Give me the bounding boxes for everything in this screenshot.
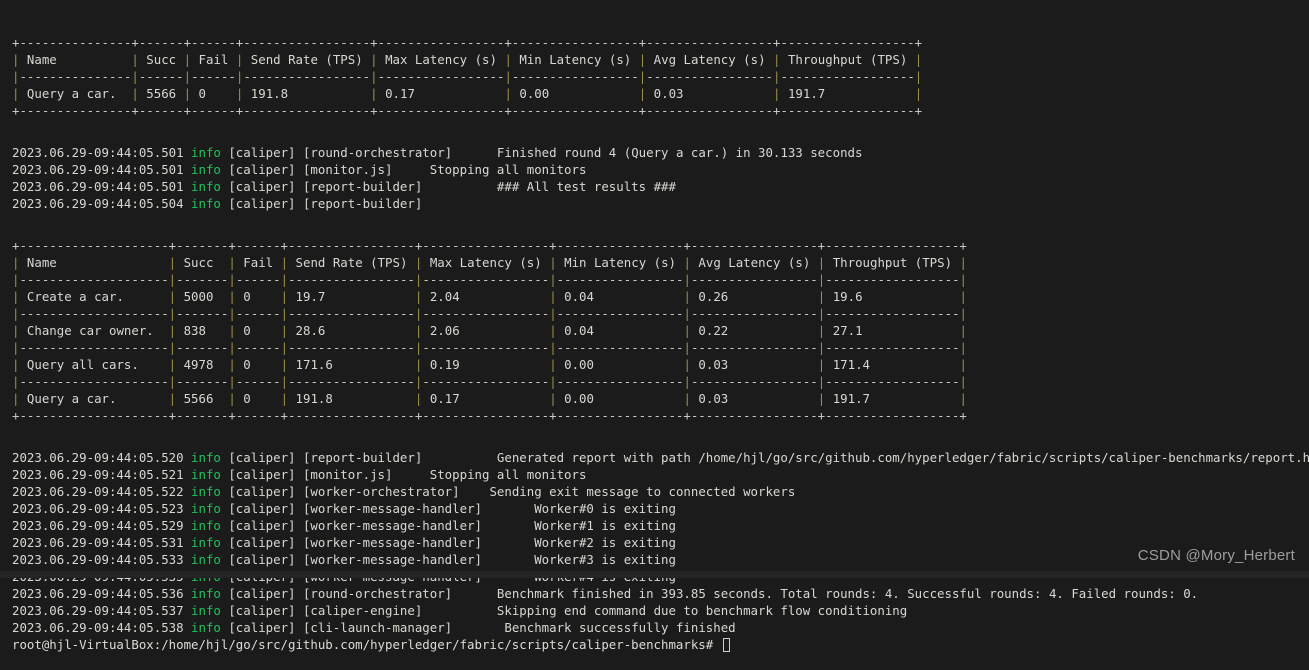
log-line: 2023.06.29-09:44:05.531 info [caliper] [… — [12, 535, 676, 550]
gap-after-table-2 — [0, 424, 1309, 432]
watermark-text: CSDN @Mory_Herbert — [1137, 547, 1295, 564]
all-results-table-row-rule: |--------------------|-------|------|---… — [12, 340, 967, 355]
all-results-table-header-row: | Name | Succ | Fail | Send Rate (TPS) |… — [12, 255, 967, 270]
all-results-table-top-border: +--------------------+-------+------+---… — [12, 238, 967, 253]
log-line: 2023.06.29-09:44:05.523 info [caliper] [… — [12, 501, 676, 516]
all-results-table-header-rule: |--------------------|-------|------|---… — [12, 272, 967, 287]
log-line: 2023.06.29-09:44:05.529 info [caliper] [… — [12, 518, 676, 533]
gap-after-table-2b — [0, 432, 1309, 449]
log-line: 2023.06.29-09:44:05.536 info [caliper] [… — [12, 586, 1199, 601]
table-row: | Change car owner. | 838 | 0 | 28.6 | 2… — [12, 323, 967, 338]
gap-before-table-2 — [0, 212, 1309, 220]
log-line: 2023.06.29-09:44:05.533 info [caliper] [… — [12, 552, 676, 567]
table-row: | Create a car. | 5000 | 0 | 19.7 | 2.04… — [12, 289, 967, 304]
log-line: 2023.06.29-09:44:05.538 info [caliper] [… — [12, 620, 736, 635]
log-line: 2023.06.29-09:44:05.501 info [caliper] [… — [12, 162, 587, 177]
log-line: 2023.06.29-09:44:05.520 info [caliper] [… — [12, 450, 1309, 465]
terminal-cursor — [722, 638, 730, 652]
round4-result-table-top-border: +---------------+------+------+---------… — [12, 35, 923, 50]
all-results-table-row-rule: |--------------------|-------|------|---… — [12, 374, 967, 389]
log-line: 2023.06.29-09:44:05.522 info [caliper] [… — [12, 484, 796, 499]
all-results-table-bottom-border: +--------------------+-------+------+---… — [12, 408, 967, 423]
round4-result-table-header-rule: |---------------|------|------|---------… — [12, 69, 923, 84]
gap-after-table-1b — [0, 127, 1309, 144]
shell-prompt-line: root@hjl-VirtualBox:/home/hjl/go/src/git… — [0, 636, 1309, 653]
log-line: 2023.06.29-09:44:05.501 info [caliper] [… — [12, 179, 676, 194]
table-row: | Query all cars. | 4978 | 0 | 171.6 | 0… — [12, 357, 967, 372]
round4-result-table-header-row: | Name | Succ | Fail | Send Rate (TPS) |… — [12, 52, 923, 67]
log-line: 2023.06.29-09:44:05.521 info [caliper] [… — [12, 467, 587, 482]
terminal-content: +---------------+------+------+---------… — [0, 34, 1309, 653]
table-row: | Query a car. | 5566 | 0 | 191.8 | 0.17… — [12, 391, 967, 406]
log-line: 2023.06.29-09:44:05.537 info [caliper] [… — [12, 603, 908, 618]
gap-before-table-2b — [0, 220, 1309, 237]
all-results-table-row-rule: |--------------------|-------|------|---… — [12, 306, 967, 321]
table-row: | Query a car. | 5566 | 0 | 191.8 | 0.17… — [12, 86, 923, 101]
terminal-bottom-bar — [0, 571, 1309, 578]
gap-after-table-1 — [0, 119, 1309, 127]
round4-result-table-bottom-border: +---------------+------+------+---------… — [12, 103, 923, 118]
log-line: 2023.06.29-09:44:05.504 info [caliper] [… — [12, 196, 423, 211]
log-line: 2023.06.29-09:44:05.501 info [caliper] [… — [12, 145, 863, 160]
terminal-window[interactable]: +---------------+------+------+---------… — [0, 0, 1309, 652]
